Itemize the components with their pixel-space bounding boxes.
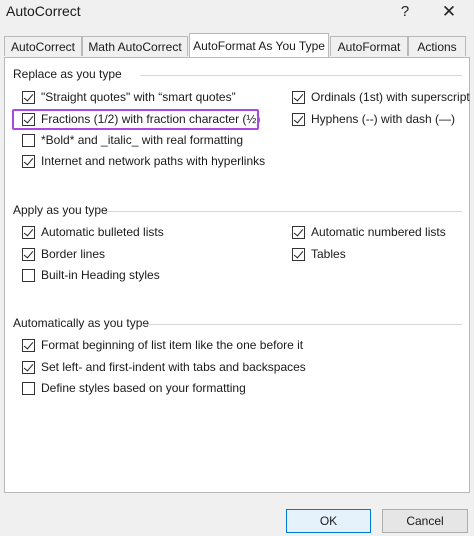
checkbox-label: *Bold* and _italic_ with real formatting [41,133,244,147]
checkbox-label: Hyphens (--) with dash (—) [311,112,456,126]
checkbox-numbered-lists[interactable]: Automatic numbered lists [292,224,446,240]
checkbox-hyperlinks[interactable]: Internet and network paths with hyperlin… [22,153,265,169]
section-divider [104,211,462,212]
checkbox-check-icon[interactable] [22,112,35,126]
section-divider [140,75,462,76]
checkbox-check-icon[interactable] [292,90,305,104]
checkbox-label: "Straight quotes" with “smart quotes” [41,90,236,104]
checkbox-check-icon[interactable] [292,225,305,239]
checkbox-empty-icon[interactable] [22,133,35,147]
checkbox-check-icon[interactable] [22,360,35,374]
tab-autoformat[interactable]: AutoFormat [330,36,408,56]
tab-strip: AutoCorrect Math AutoCorrect AutoFormat … [4,33,470,57]
checkbox-border-lines[interactable]: Border lines [22,246,105,262]
checkbox-hyphens[interactable]: Hyphens (--) with dash (—) [292,111,455,127]
checkbox-indent-tabs[interactable]: Set left- and first-indent with tabs and… [22,359,306,375]
cancel-button[interactable]: Cancel [382,509,468,533]
checkbox-check-icon[interactable] [22,338,35,352]
checkbox-label: Fractions (1/2) with fraction character … [41,112,261,126]
checkbox-label: Automatic numbered lists [311,225,446,239]
section-title-automatically: Automatically as you type [13,316,150,330]
checkbox-check-icon[interactable] [22,154,35,168]
checkbox-check-icon[interactable] [22,90,35,104]
ok-button[interactable]: OK [286,509,371,533]
help-icon[interactable]: ? [395,2,415,22]
checkbox-check-icon[interactable] [292,247,305,261]
checkbox-label: Built-in Heading styles [41,268,160,282]
section-divider [142,324,462,325]
section-title-replace: Replace as you type [13,67,122,81]
tab-autocorrect[interactable]: AutoCorrect [4,36,82,56]
checkbox-define-styles[interactable]: Define styles based on your formatting [22,380,246,396]
checkbox-empty-icon[interactable] [22,381,35,395]
checkbox-label: Define styles based on your formatting [41,381,246,395]
checkbox-format-list-item[interactable]: Format beginning of list item like the o… [22,337,303,353]
close-icon[interactable]: ✕ [437,0,461,24]
checkbox-check-icon[interactable] [292,112,305,126]
checkbox-heading-styles[interactable]: Built-in Heading styles [22,267,160,283]
checkbox-tables[interactable]: Tables [292,246,346,262]
checkbox-label: Automatic bulleted lists [41,225,164,239]
checkbox-check-icon[interactable] [22,247,35,261]
checkbox-check-icon[interactable] [22,225,35,239]
checkbox-smart-quotes[interactable]: "Straight quotes" with “smart quotes” [22,89,236,105]
section-title-apply: Apply as you type [13,203,108,217]
checkbox-label: Internet and network paths with hyperlin… [41,154,266,168]
checkbox-empty-icon[interactable] [22,268,35,282]
title-bar: AutoCorrect ? ✕ [0,0,474,26]
tab-math-autocorrect[interactable]: Math AutoCorrect [82,36,188,56]
checkbox-bulleted-lists[interactable]: Automatic bulleted lists [22,224,164,240]
checkbox-label: Tables [311,247,346,261]
checkbox-label: Ordinals (1st) with superscript [311,90,470,104]
checkbox-ordinals[interactable]: Ordinals (1st) with superscript [292,89,470,105]
checkbox-label: Set left- and first-indent with tabs and… [41,360,306,374]
checkbox-bold-italic[interactable]: *Bold* and _italic_ with real formatting [22,132,243,148]
checkbox-fractions[interactable]: Fractions (1/2) with fraction character … [22,111,260,127]
checkbox-label: Border lines [41,247,106,261]
checkbox-label: Format beginning of list item like the o… [41,338,304,352]
window-title: AutoCorrect [6,3,81,19]
tab-autoformat-as-you-type[interactable]: AutoFormat As You Type [189,33,329,57]
tab-actions[interactable]: Actions [408,36,466,56]
